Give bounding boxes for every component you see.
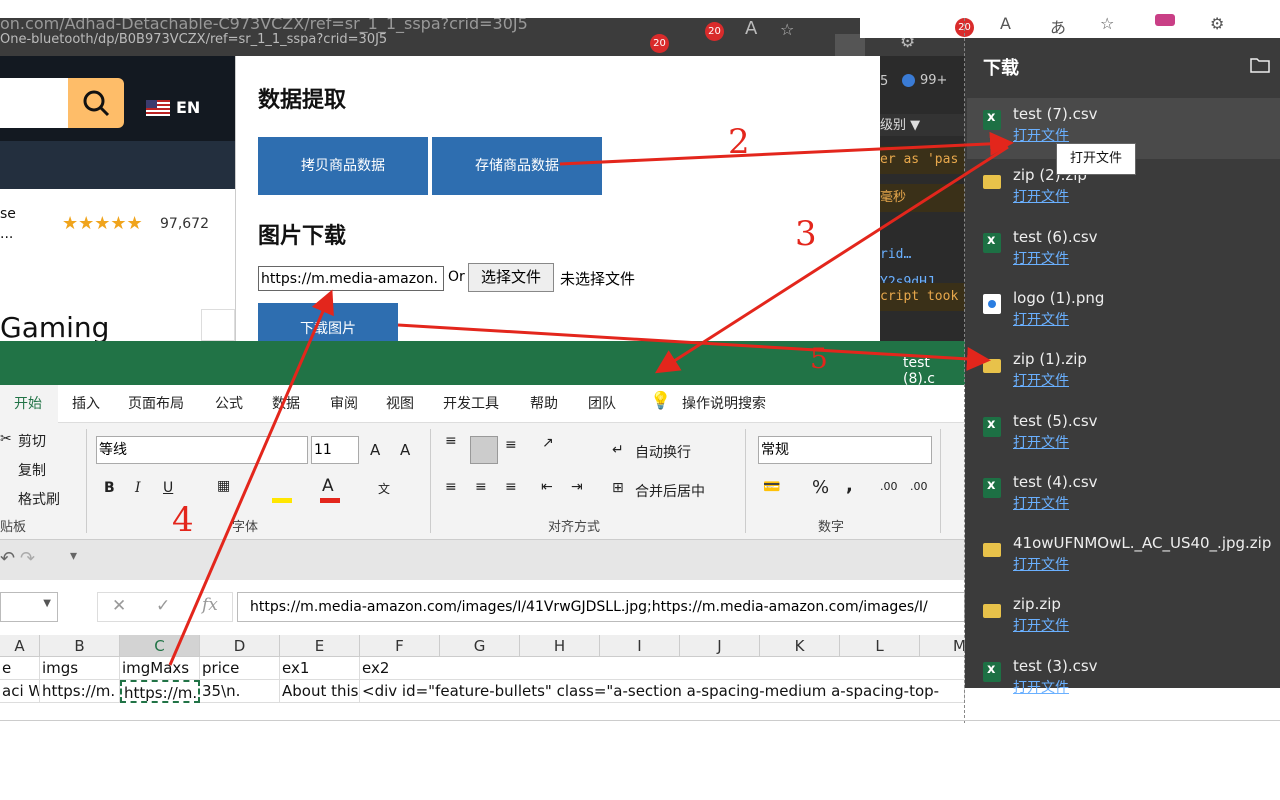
annotation-label: 3 (795, 214, 817, 254)
annotation-arrows (168, 131, 1014, 666)
arrow-3 (654, 145, 1009, 374)
arrow-4 (168, 289, 334, 666)
arrow-2 (559, 131, 1014, 166)
screenshot-root: on.com/Adhad-Detachable-C973VCZX/ref=sr_… (0, 0, 1280, 800)
annotation-label: 5 (810, 342, 828, 375)
arrow-5 (397, 323, 991, 371)
annotation-label: 2 (728, 122, 750, 162)
annotation-label: 4 (172, 500, 194, 540)
